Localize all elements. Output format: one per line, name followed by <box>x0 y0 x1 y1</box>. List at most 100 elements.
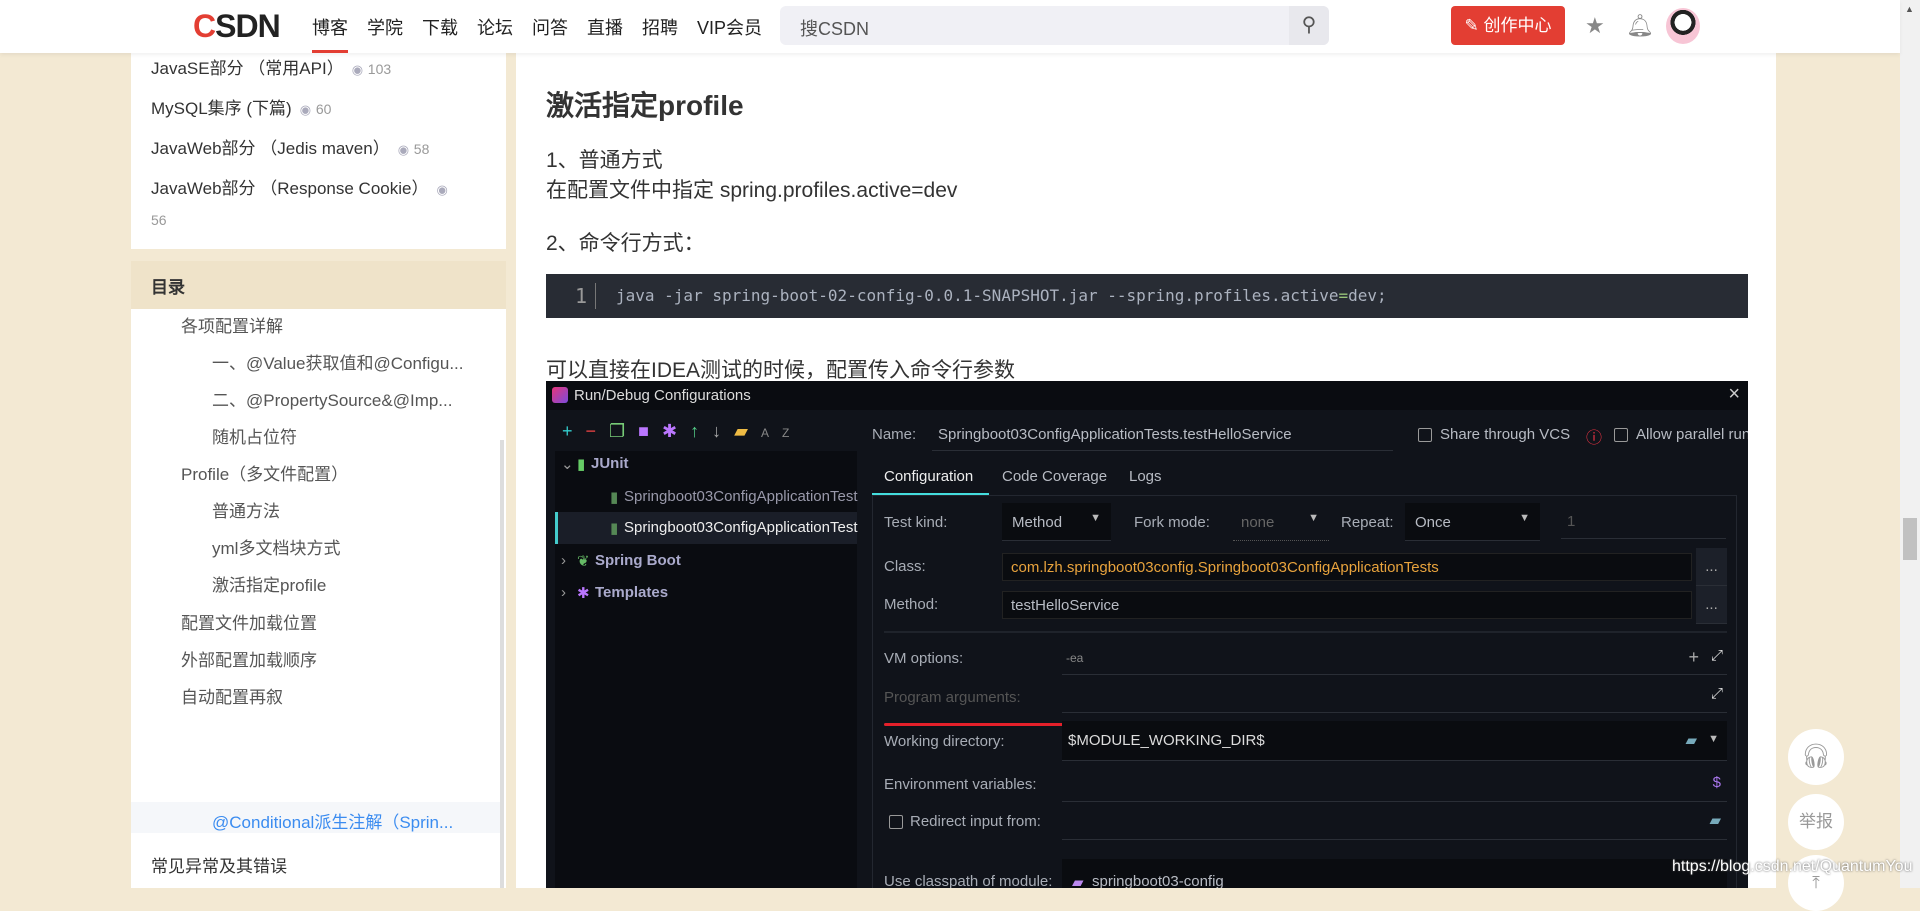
toc-item[interactable]: 自动配置再叙 <box>181 683 283 708</box>
csdn-logo[interactable]: CSDN <box>193 8 281 45</box>
share-vcs-checkbox[interactable] <box>1418 428 1432 442</box>
toc-scrollbar[interactable] <box>500 440 504 888</box>
help-icon[interactable]: ⓘ <box>1586 424 1602 448</box>
toc-title: 目录 <box>131 261 506 309</box>
expand-icon[interactable]: ⤢ <box>1711 647 1723 664</box>
vm-options-field[interactable]: -ea + ⤢ <box>1062 643 1727 675</box>
recent-item[interactable]: MySQL集序 (下篇) ◉ 60 <box>151 94 331 119</box>
toc-item[interactable]: Profile（多文件配置） <box>181 460 348 485</box>
star-icon[interactable]: ★ <box>1585 13 1605 39</box>
code-line: java -jar spring-boot-02-config-0.0.1-SN… <box>616 274 1387 318</box>
recent-item[interactable]: JavaWeb部分 （Response Cookie） ◉ 56 <box>151 174 481 235</box>
repeat-dropdown[interactable]: Once <box>1405 503 1540 541</box>
bell-icon[interactable]: 🔔︎ <box>1626 13 1654 39</box>
add-icon[interactable]: + <box>562 421 586 441</box>
search-placeholder: 搜CSDN <box>800 19 870 39</box>
nav-jobs[interactable]: 招聘 <box>642 14 678 40</box>
tab-logs[interactable]: Logs <box>1129 468 1162 485</box>
repeat-label: Repeat: <box>1341 514 1394 531</box>
nav-forum[interactable]: 论坛 <box>477 14 513 40</box>
dollar-icon[interactable]: $ <box>1713 774 1721 791</box>
redirect-input-checkbox[interactable] <box>889 815 903 829</box>
recent-item[interactable]: JavaSE部分 （常用API） ◉ 103 <box>151 54 391 79</box>
allow-parallel-checkbox[interactable] <box>1614 428 1628 442</box>
tab-code-coverage[interactable]: Code Coverage <box>1002 468 1107 485</box>
tree-test-item[interactable]: Springboot03ConfigApplicationTest <box>624 488 858 505</box>
tree-test-item-selected[interactable]: Springboot03ConfigApplicationTest <box>624 519 858 536</box>
copy-icon[interactable]: ❐ <box>609 421 638 441</box>
working-directory-field[interactable]: $MODULE_WORKING_DIR$ ▰ ▼ <box>1062 721 1727 761</box>
save-icon[interactable]: ■ <box>638 421 662 441</box>
avatar[interactable] <box>1666 8 1700 44</box>
program-arguments-field[interactable]: ⤢ <box>1062 681 1727 713</box>
tab-configuration[interactable]: Configuration <box>884 468 973 485</box>
allow-parallel-label: Allow parallel run <box>1636 426 1748 443</box>
share-vcs-label: Share through VCS <box>1440 426 1571 443</box>
name-field[interactable]: Springboot03ConfigApplicationTests.testH… <box>938 426 1292 443</box>
environment-variables-field[interactable]: $ <box>1062 766 1727 802</box>
folder-icon[interactable]: ▰ <box>1709 811 1721 829</box>
vm-options-label: VM options: <box>884 650 964 667</box>
tree-junit[interactable]: JUnit <box>591 455 629 472</box>
search-input[interactable]: 搜CSDN ⚲ <box>780 6 1329 45</box>
arrow-up-icon[interactable]: ↑ <box>690 421 712 441</box>
search-icon[interactable]: ⚲ <box>1289 6 1329 45</box>
folder-add-icon[interactable]: ▰ <box>734 421 761 441</box>
arrow-down-icon[interactable]: ↓ <box>712 421 734 441</box>
class-field[interactable]: com.lzh.springboot03config.Springboot03C… <box>1002 553 1692 581</box>
toc-item[interactable]: yml多文档块方式 <box>212 534 340 559</box>
close-icon[interactable]: × <box>1728 383 1740 406</box>
nav-blog[interactable]: 博客 <box>312 14 348 53</box>
browse-method-button[interactable]: ... <box>1696 586 1727 624</box>
browse-class-button[interactable]: ... <box>1696 548 1727 586</box>
toc-item[interactable]: 常见异常及其错误 <box>151 852 287 877</box>
method-field[interactable]: testHelloService <box>1002 591 1692 619</box>
toc-item[interactable]: 外部配置加载顺序 <box>181 646 317 671</box>
table-of-contents: 目录 各项配置详解 一、@Value获取值和@Configu... 二、@Pro… <box>131 261 506 888</box>
toc-item[interactable]: 普通方法 <box>212 497 280 522</box>
gear-icon[interactable]: ✱ <box>662 421 690 441</box>
toc-item[interactable]: 随机占位符 <box>212 423 297 448</box>
chevron-down-icon[interactable]: ⌄ <box>561 455 574 473</box>
test-kind-dropdown[interactable]: Method <box>1002 503 1111 541</box>
fork-mode-dropdown[interactable]: none <box>1233 503 1329 541</box>
folder-icon[interactable]: ▰ <box>1685 731 1697 749</box>
remove-icon[interactable]: − <box>586 421 610 441</box>
code-block[interactable]: 1 java -jar spring-boot-02-config-0.0.1-… <box>546 274 1748 318</box>
toc-item[interactable]: 各项配置详解 <box>181 312 283 337</box>
view-count: 60 <box>315 101 332 117</box>
eye-icon: ◉ <box>397 142 410 157</box>
create-center-button[interactable]: ✎ 创作中心 <box>1451 6 1565 45</box>
nav-college[interactable]: 学院 <box>367 14 403 40</box>
toc-item[interactable]: 激活指定profile <box>212 571 326 596</box>
plus-icon[interactable]: + <box>1688 647 1699 668</box>
classpath-module-dropdown[interactable]: ▰ springboot03-config <box>1062 859 1727 888</box>
class-value: com.lzh.springboot03config.Springboot03C… <box>1011 559 1439 576</box>
nav-qa[interactable]: 问答 <box>532 14 568 40</box>
tree-templates[interactable]: Templates <box>595 584 668 601</box>
toc-item[interactable]: 二、@PropertySource&@Imp... <box>212 386 452 411</box>
toc-item[interactable]: 一、@Value获取值和@Configu... <box>212 349 464 374</box>
sort-az-icon[interactable]: AZ <box>761 426 802 440</box>
nav-live[interactable]: 直播 <box>587 14 623 40</box>
nav-download[interactable]: 下载 <box>422 14 458 40</box>
headset-support-icon[interactable]: 🎧︎ <box>1788 729 1844 785</box>
scrollbar-thumb[interactable] <box>1903 518 1917 560</box>
expand-icon[interactable]: ⤢ <box>1711 685 1723 702</box>
tree-spring-boot[interactable]: Spring Boot <box>595 552 681 569</box>
chevron-right-icon[interactable]: › <box>561 584 566 601</box>
toc-item-active[interactable]: @Conditional派生注解（Sprin... <box>212 808 453 833</box>
report-button[interactable]: 举报 <box>1788 794 1844 850</box>
redirect-input-field[interactable]: ▰ <box>1062 802 1727 840</box>
nav-vip[interactable]: VIP会员 <box>697 14 762 40</box>
toc-item[interactable]: 配置文件加载位置 <box>181 609 317 634</box>
chevron-right-icon[interactable]: › <box>561 552 566 569</box>
page-scrollbar[interactable]: ▲ <box>1900 0 1920 888</box>
idea-run-config-screenshot: Run/Debug Configurations × +−❐■✱↑↓▰AZ ⌄ … <box>546 381 1748 888</box>
paragraph: 2、命令行方式： <box>546 232 705 255</box>
repeat-count-field[interactable]: 1 <box>1561 503 1726 539</box>
module-icon: ▰ <box>1072 874 1084 888</box>
recent-item[interactable]: JavaWeb部分 （Jedis maven） ◉ 58 <box>151 134 429 159</box>
dropdown-arrow-icon[interactable]: ▼ <box>1708 733 1719 745</box>
scroll-up-icon[interactable]: ▲ <box>1905 4 1914 14</box>
